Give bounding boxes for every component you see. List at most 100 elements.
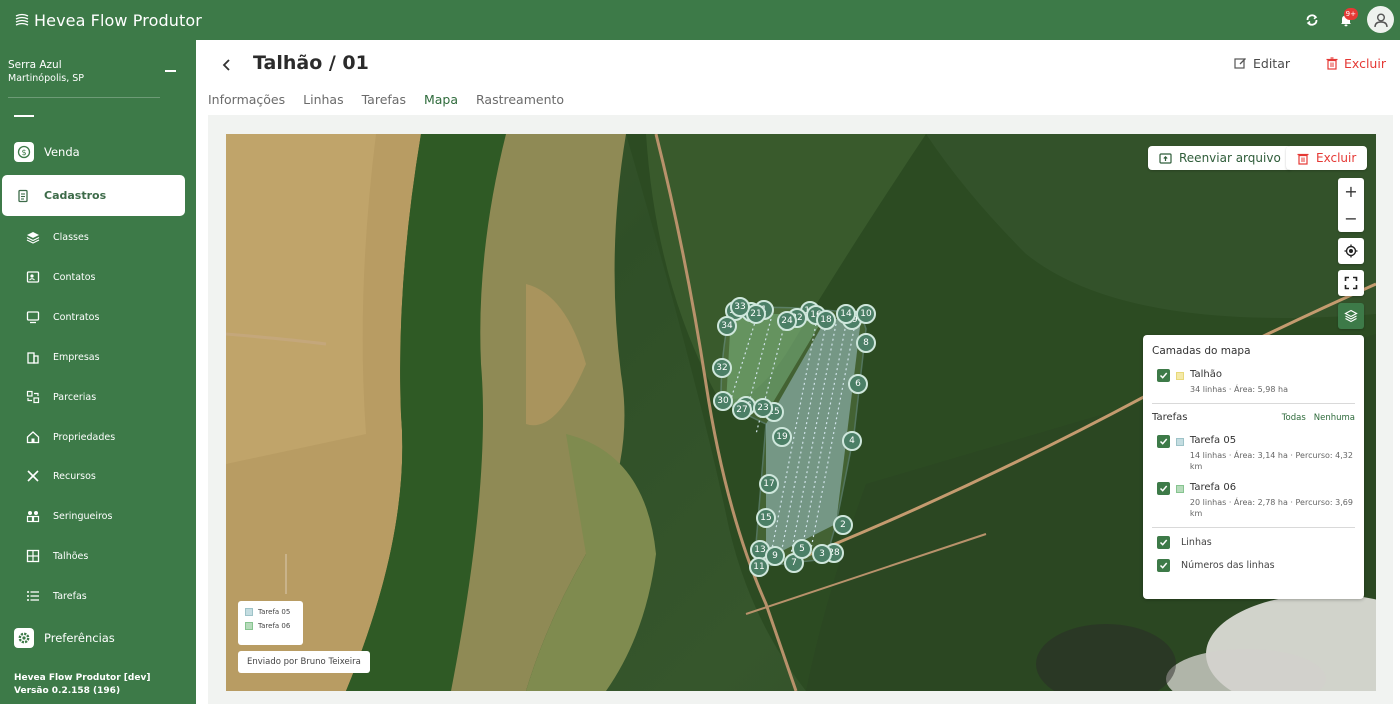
linhas-checkbox[interactable]	[1157, 536, 1170, 549]
resend-file-label: Reenviar arquivo	[1179, 151, 1281, 165]
line-number-marker[interactable]: 4	[842, 431, 862, 451]
layers-toggle-button[interactable]	[1338, 303, 1364, 329]
map-layers-panel: Camadas do mapa Talhão 34 linhas · Área:…	[1143, 335, 1364, 599]
back-button[interactable]	[216, 54, 238, 76]
legend-item: Tarefa 05	[245, 608, 296, 616]
tarefa-05-name: Tarefa 05	[1189, 435, 1237, 446]
tab-mapa[interactable]: Mapa	[423, 92, 459, 117]
edit-icon	[1234, 58, 1246, 69]
dollar-icon: $	[14, 142, 34, 162]
nav-item-seringueiros[interactable]: Seringueiros	[26, 509, 112, 523]
line-number-marker[interactable]: 30	[713, 391, 733, 411]
tarefa-05-checkbox[interactable]	[1157, 435, 1170, 448]
select-none-link[interactable]: Nenhuma	[1314, 413, 1355, 423]
brand-logo-icon	[15, 13, 29, 26]
line-number-marker[interactable]: 19	[772, 427, 792, 447]
notification-badge: 9+	[1343, 7, 1358, 20]
nav-item-label: Classes	[53, 231, 89, 243]
page-title: Talhão / 01	[253, 52, 369, 74]
line-number-marker[interactable]: 15	[756, 508, 776, 528]
tab-informacoes[interactable]: Informações	[208, 92, 285, 117]
arrow-left-icon	[222, 59, 230, 71]
tab-linhas[interactable]: Linhas	[303, 92, 343, 117]
nav-preferencias[interactable]: Preferências	[14, 628, 115, 648]
map-view[interactable]: 1121618202122252628293133343230272319171…	[226, 134, 1376, 691]
nav-item-label: Talhões	[53, 550, 89, 562]
line-number-marker[interactable]: 27	[732, 400, 752, 420]
nav-item-recursos[interactable]: Recursos	[26, 469, 96, 483]
app-name: Hevea Flow Produtor	[34, 10, 202, 30]
select-all-link[interactable]: Todas	[1282, 413, 1306, 423]
user-avatar[interactable]	[1367, 6, 1394, 33]
line-number-marker[interactable]: 5	[792, 539, 812, 559]
nav-item-contatos[interactable]: Contatos	[26, 270, 96, 284]
line-number-marker[interactable]: 8	[856, 333, 876, 353]
tab-tarefas[interactable]: Tarefas	[362, 92, 406, 117]
edit-label: Editar	[1253, 56, 1291, 71]
nav-item-propriedades[interactable]: Propriedades	[26, 430, 115, 444]
line-number-marker[interactable]: 3	[812, 544, 832, 564]
line-number-marker[interactable]: 33	[730, 297, 750, 317]
nav-item-label: Tarefas	[53, 590, 87, 602]
delete-label: Excluir	[1344, 56, 1386, 71]
nav-item-empresas[interactable]: Empresas	[26, 350, 100, 364]
line-number-marker[interactable]: 18	[816, 310, 836, 330]
collapse-icon[interactable]	[165, 70, 176, 72]
zoom-out-button[interactable]: −	[1338, 205, 1364, 232]
nav-item-label: Recursos	[53, 470, 96, 482]
resend-file-button[interactable]: Reenviar arquivo	[1148, 146, 1292, 170]
line-number-marker[interactable]: 17	[759, 474, 779, 494]
line-number-marker[interactable]: 10	[856, 304, 876, 324]
tarefa-05-details: 14 linhas · Área: 3,14 ha · Percurso: 4,…	[1189, 451, 1353, 471]
map-delete-button[interactable]: Excluir	[1286, 146, 1368, 170]
line-number-marker[interactable]: 32	[712, 358, 732, 378]
tab-rastreamento[interactable]: Rastreamento	[476, 92, 564, 117]
building-icon	[26, 350, 40, 364]
nav-venda[interactable]: $ Venda	[14, 142, 80, 162]
line-numbers-label: Números das linhas	[1181, 560, 1275, 571]
sync-icon[interactable]	[1299, 7, 1325, 33]
tarefa-06-swatch	[1175, 485, 1184, 493]
line-numbers-checkbox[interactable]	[1157, 559, 1170, 572]
divider	[1152, 527, 1355, 528]
line-number-marker[interactable]: 14	[836, 304, 856, 324]
talhao-checkbox[interactable]	[1157, 369, 1170, 382]
main-content: Talhão / 01 Editar Excluir Informações L…	[196, 40, 1400, 704]
zoom-in-button[interactable]: +	[1338, 178, 1364, 205]
line-number-marker[interactable]: 6	[848, 374, 868, 394]
line-number-marker[interactable]: 2	[833, 515, 853, 535]
line-number-marker[interactable]: 24	[777, 311, 797, 331]
contract-icon	[26, 310, 40, 324]
farm-info: Serra Azul Martinópolis, SP	[8, 58, 84, 86]
line-number-marker[interactable]: 23	[753, 398, 773, 418]
fullscreen-icon	[1344, 276, 1358, 290]
divider	[1152, 403, 1355, 404]
document-icon	[18, 189, 28, 202]
grid-icon	[26, 549, 40, 563]
upload-icon	[1159, 153, 1172, 164]
nav-cadastros-label: Cadastros	[44, 189, 107, 202]
tarefa-06-checkbox[interactable]	[1157, 482, 1170, 495]
talhao-swatch	[1176, 372, 1184, 380]
brand[interactable]: Hevea Flow Produtor	[14, 11, 202, 30]
locate-button[interactable]	[1338, 238, 1364, 264]
home-icon	[26, 430, 40, 444]
nav-item-label: Empresas	[53, 351, 100, 363]
line-number-marker[interactable]: 34	[717, 316, 737, 336]
nav-item-contratos[interactable]: Contratos	[26, 310, 99, 324]
fullscreen-button[interactable]	[1338, 270, 1364, 296]
edit-button[interactable]: Editar	[1234, 56, 1290, 71]
nav-cadastros[interactable]: Cadastros	[2, 175, 185, 216]
nav-item-tarefas[interactable]: Tarefas	[26, 589, 87, 603]
app-version-name: Hevea Flow Produtor [dev]	[14, 673, 151, 683]
nav-item-talhoes[interactable]: Talhões	[26, 549, 88, 563]
layer-talhao: Talhão 34 linhas · Área: 5,98 ha	[1157, 369, 1355, 395]
nav-item-classes[interactable]: Classes	[26, 230, 89, 244]
delete-button[interactable]: Excluir	[1326, 56, 1386, 71]
line-number-marker[interactable]: 9	[765, 546, 785, 566]
notifications-icon[interactable]: 9+	[1333, 7, 1359, 33]
nav-item-parcerias[interactable]: Parcerias	[26, 390, 96, 404]
tarefa-06-details: 20 linhas · Área: 2,78 ha · Percurso: 3,…	[1189, 498, 1353, 518]
tarefa-05-swatch	[1175, 438, 1184, 446]
talhao-details: 34 linhas · Área: 5,98 ha	[1190, 385, 1288, 394]
